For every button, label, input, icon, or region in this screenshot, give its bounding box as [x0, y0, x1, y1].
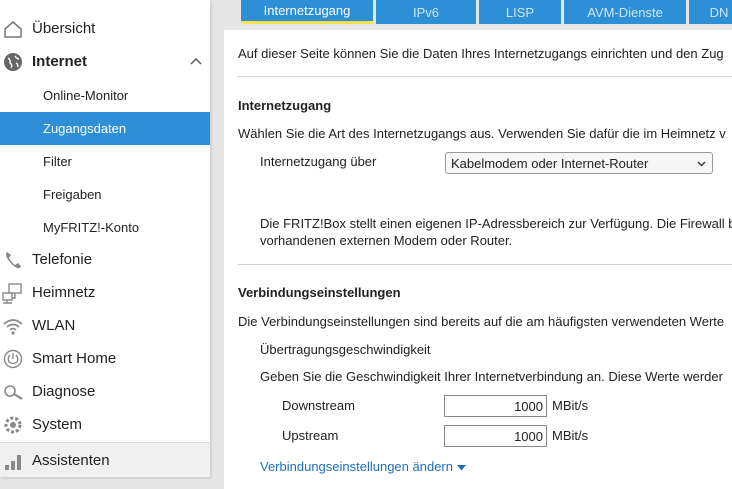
triangle-down-icon — [456, 465, 466, 471]
upstream-input[interactable]: 1000 — [444, 425, 547, 447]
sidebar-item-online-monitor[interactable]: Online-Monitor — [0, 79, 210, 112]
divider — [238, 264, 732, 265]
nav-item-heimnetz[interactable]: Heimnetz — [0, 276, 210, 309]
internetzugang-heading: Internetzugang — [238, 98, 332, 113]
nav-label: Assistenten — [32, 451, 110, 469]
tab-avm-dienste[interactable]: AVM-Dienste — [564, 0, 686, 24]
info-text-line2: vorhandenen externen Modem oder Router. — [260, 233, 513, 248]
sub-label: Filter — [43, 154, 72, 169]
link-label: Verbindungseinstellungen ändern — [260, 459, 453, 474]
downstream-label: Downstream — [282, 398, 355, 413]
sidebar-item-myfritz-konto[interactable]: MyFRITZ!-Konto — [0, 211, 210, 244]
tab-bar: Internetzugang IPv6 LISP AVM-Dienste DN — [241, 0, 732, 24]
divider — [238, 76, 732, 77]
select-value: Kabelmodem oder Internet-Router — [451, 155, 649, 171]
sub-label: Freigaben — [43, 187, 102, 202]
nav-item-wlan[interactable]: WLAN — [0, 309, 210, 342]
chevron-up-icon[interactable] — [188, 53, 204, 69]
tab-internetzugang[interactable]: Internetzugang — [241, 0, 373, 24]
nav-label: System — [32, 416, 83, 433]
nav-label: Telefonie — [32, 251, 93, 268]
power-icon — [2, 348, 24, 370]
globe-icon — [2, 51, 24, 73]
upstream-label: Upstream — [282, 428, 339, 443]
intro-text: Auf dieser Seite können Sie die Daten Ih… — [238, 46, 724, 61]
assistant-icon — [2, 450, 24, 472]
sub-label: Online-Monitor — [43, 88, 129, 103]
upstream-unit: MBit/s — [552, 428, 589, 443]
main-panel: Auf dieser Seite können Sie die Daten Ih… — [224, 30, 732, 489]
change-connection-link[interactable]: Verbindungseinstellungen ändern — [260, 459, 466, 474]
downstream-input[interactable]: 1000 — [444, 395, 547, 417]
wifi-icon — [2, 315, 24, 337]
info-text-line1: Die FRITZ!Box stellt einen eigenen IP-Ad… — [260, 216, 732, 231]
tab-dns[interactable]: DN — [689, 0, 732, 24]
nav-label: WLAN — [32, 317, 76, 334]
tab-ipv6[interactable]: IPv6 — [376, 0, 476, 24]
nav-label: Internet — [32, 53, 88, 70]
gear-icon — [2, 414, 24, 436]
nav-item-smart-home[interactable]: Smart Home — [0, 342, 210, 375]
verbindung-heading: Verbindungseinstellungen — [238, 285, 401, 300]
downstream-unit: MBit/s — [552, 398, 589, 413]
nav-label: Smart Home — [32, 350, 117, 367]
nav-item-uebersicht[interactable]: Übersicht — [0, 12, 210, 45]
tab-lisp[interactable]: LISP — [479, 0, 561, 24]
nav-item-system[interactable]: System — [0, 408, 210, 441]
sidebar-item-filter[interactable]: Filter — [0, 145, 210, 178]
nav-item-telefonie[interactable]: Telefonie — [0, 243, 210, 276]
verbindung-description: Die Verbindungseinstellungen sind bereit… — [238, 314, 725, 329]
sidebar-item-zugangsdaten[interactable]: Zugangsdaten — [0, 112, 210, 145]
chevron-down-icon — [697, 161, 706, 167]
sidebar: Übersicht Internet Online-Monitor Zugang… — [0, 0, 210, 477]
nav-label: Diagnose — [32, 383, 96, 400]
internetzugang-select[interactable]: Kabelmodem oder Internet-Router — [445, 152, 713, 174]
nav-item-internet[interactable]: Internet — [0, 45, 210, 78]
speed-description: Geben Sie die Geschwindigkeit Ihrer Inte… — [260, 369, 723, 384]
nav-item-assistenten[interactable]: Assistenten — [0, 442, 210, 477]
sidebar-item-freigaben[interactable]: Freigaben — [0, 178, 210, 211]
nav-label: Heimnetz — [32, 284, 96, 301]
nav-label: Übersicht — [32, 20, 96, 37]
speed-heading: Übertragungsgeschwindigkeit — [260, 342, 431, 357]
sub-label: MyFRITZ!-Konto — [43, 220, 140, 235]
home-icon — [2, 18, 24, 40]
internetzugang-field-label: Internetzugang über — [260, 154, 377, 169]
sub-label: Zugangsdaten — [43, 121, 127, 136]
internetzugang-description: Wählen Sie die Art des Internetzugangs a… — [238, 126, 726, 141]
network-icon — [2, 282, 24, 304]
diagnosis-icon — [2, 381, 24, 403]
phone-icon — [2, 249, 24, 271]
nav-item-diagnose[interactable]: Diagnose — [0, 375, 210, 408]
